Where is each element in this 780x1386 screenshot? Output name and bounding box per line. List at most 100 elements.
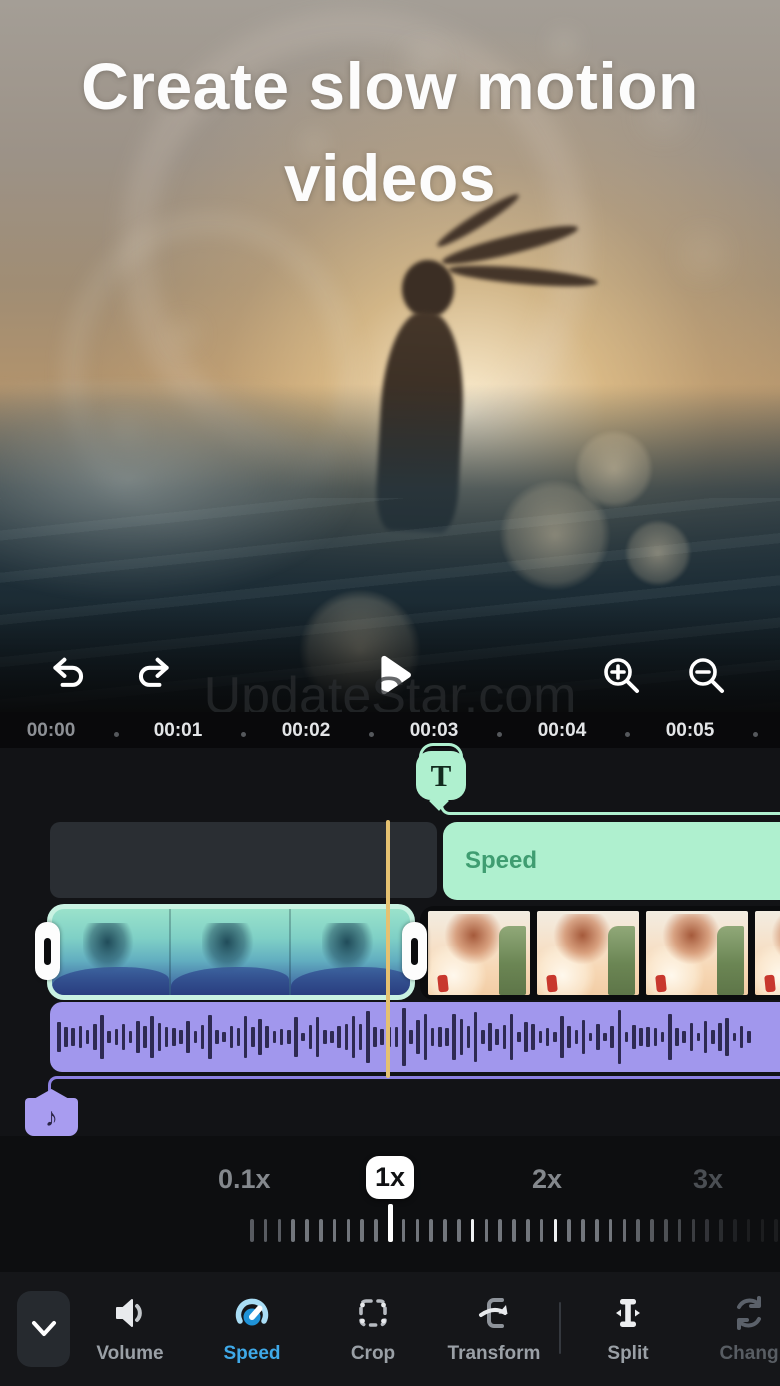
zoom-out-icon xyxy=(687,656,727,696)
water-droplets xyxy=(0,0,8,8)
crop-icon xyxy=(350,1290,396,1336)
waveform-bar xyxy=(467,1026,471,1048)
ruler-dot xyxy=(114,732,119,737)
clip-effect-bar[interactable] xyxy=(50,822,437,898)
slider-tick xyxy=(278,1219,282,1242)
speed-slider[interactable] xyxy=(250,1204,780,1248)
waveform-bar xyxy=(589,1033,593,1041)
zoom-in-button[interactable] xyxy=(602,656,642,701)
change-icon xyxy=(726,1290,772,1336)
waveform-bar xyxy=(661,1032,665,1041)
waveform-bar xyxy=(481,1030,485,1044)
speed-effect-bar[interactable]: Speed xyxy=(443,822,780,900)
slider-tick xyxy=(526,1219,530,1242)
waveform-bar xyxy=(359,1024,363,1050)
waveform-bar xyxy=(654,1028,658,1047)
waveform-bar xyxy=(445,1028,449,1046)
video-preview[interactable]: Create slow motion videos xyxy=(0,0,780,712)
waveform-bar xyxy=(186,1021,190,1052)
slider-tick xyxy=(567,1219,571,1242)
waveform-bar xyxy=(697,1033,701,1042)
waveform-bar xyxy=(345,1024,349,1050)
video-clip-1-selected[interactable] xyxy=(47,904,415,1000)
waveform-bar xyxy=(122,1024,126,1049)
tool-crop[interactable]: Crop xyxy=(313,1290,433,1365)
slider-tick xyxy=(388,1204,393,1242)
clip2-frame xyxy=(646,911,748,995)
undo-icon xyxy=(50,656,86,694)
slider-tick xyxy=(498,1219,502,1242)
text-badge-letter: T xyxy=(431,758,452,794)
waveform-bar xyxy=(143,1026,147,1047)
waveform-bar xyxy=(258,1019,262,1056)
waveform-bar xyxy=(517,1032,521,1043)
waveform-bar xyxy=(165,1027,169,1046)
speed-option-3x[interactable]: 3x xyxy=(693,1164,723,1195)
waveform-bar xyxy=(352,1016,356,1058)
audio-track[interactable] xyxy=(50,1002,780,1072)
waveform-bar xyxy=(424,1014,428,1060)
waveform-bar xyxy=(64,1027,68,1048)
waveform-bar xyxy=(71,1028,75,1046)
wave-crest xyxy=(0,380,360,600)
slider-tick xyxy=(540,1219,544,1242)
waveform-bar xyxy=(215,1030,219,1045)
slider-tick xyxy=(250,1219,254,1242)
text-track-badge[interactable]: T xyxy=(416,751,466,800)
handle-slot xyxy=(44,938,51,965)
waveform-bar xyxy=(474,1012,478,1063)
waveform-bar xyxy=(301,1033,305,1041)
slider-tick xyxy=(650,1219,654,1242)
tool-transform[interactable]: Transform xyxy=(434,1290,554,1365)
waveform-bar xyxy=(718,1023,722,1051)
tool-volume[interactable]: Volume xyxy=(70,1290,190,1365)
waveform-bar xyxy=(488,1023,492,1050)
title-line-2: videos xyxy=(0,132,780,224)
timeline-ruler[interactable]: 00:0000:0100:0200:0300:0400:05 xyxy=(0,712,780,748)
speed-option-0.1x[interactable]: 0.1x xyxy=(218,1164,271,1195)
slider-tick xyxy=(402,1219,406,1242)
waveform-bar xyxy=(632,1025,636,1049)
speed-option-2x[interactable]: 2x xyxy=(532,1164,562,1195)
redo-icon xyxy=(136,656,172,694)
waveform-bar xyxy=(567,1026,571,1048)
tools-toolbar: Volume Speed Crop xyxy=(0,1272,780,1386)
waveform-bar xyxy=(510,1014,514,1059)
waveform-bar xyxy=(704,1021,708,1053)
play-button[interactable] xyxy=(372,652,416,703)
music-track-connector xyxy=(48,1076,780,1092)
trim-handle-left[interactable] xyxy=(35,922,60,980)
waveform-bar xyxy=(150,1016,154,1059)
music-track-badge[interactable]: ♪ xyxy=(25,1098,78,1136)
tool-split[interactable]: Split xyxy=(568,1290,688,1365)
redo-button[interactable] xyxy=(136,656,172,699)
speed-option-selected[interactable]: 1x xyxy=(366,1156,414,1199)
slider-tick xyxy=(774,1219,778,1242)
zoom-out-button[interactable] xyxy=(687,656,727,701)
waveform-bar xyxy=(682,1031,686,1042)
waveform-bar xyxy=(460,1019,464,1056)
play-icon xyxy=(372,652,416,698)
trim-handle-right[interactable] xyxy=(402,922,427,980)
slider-tick xyxy=(374,1219,378,1242)
waveform-bar xyxy=(740,1026,744,1049)
tool-change[interactable]: Chang xyxy=(689,1290,780,1365)
slider-tick xyxy=(319,1219,323,1242)
slider-tick xyxy=(595,1219,599,1242)
collapse-button[interactable] xyxy=(17,1291,70,1367)
slider-tick xyxy=(429,1219,433,1242)
waveform-bar xyxy=(129,1031,133,1043)
waveform-bar xyxy=(553,1032,557,1043)
clip2-frame xyxy=(537,911,639,995)
tool-label: Chang xyxy=(719,1343,778,1365)
clip-frames xyxy=(52,909,410,995)
waveform-bar xyxy=(395,1027,399,1046)
slider-tick xyxy=(692,1219,696,1242)
undo-button[interactable] xyxy=(50,656,86,699)
slider-tick xyxy=(512,1219,516,1242)
waveform-bar xyxy=(582,1020,586,1054)
waveform-bar xyxy=(115,1029,119,1045)
slider-tick xyxy=(416,1219,420,1242)
tool-speed[interactable]: Speed xyxy=(192,1290,312,1365)
video-clip-2[interactable] xyxy=(420,906,780,1000)
